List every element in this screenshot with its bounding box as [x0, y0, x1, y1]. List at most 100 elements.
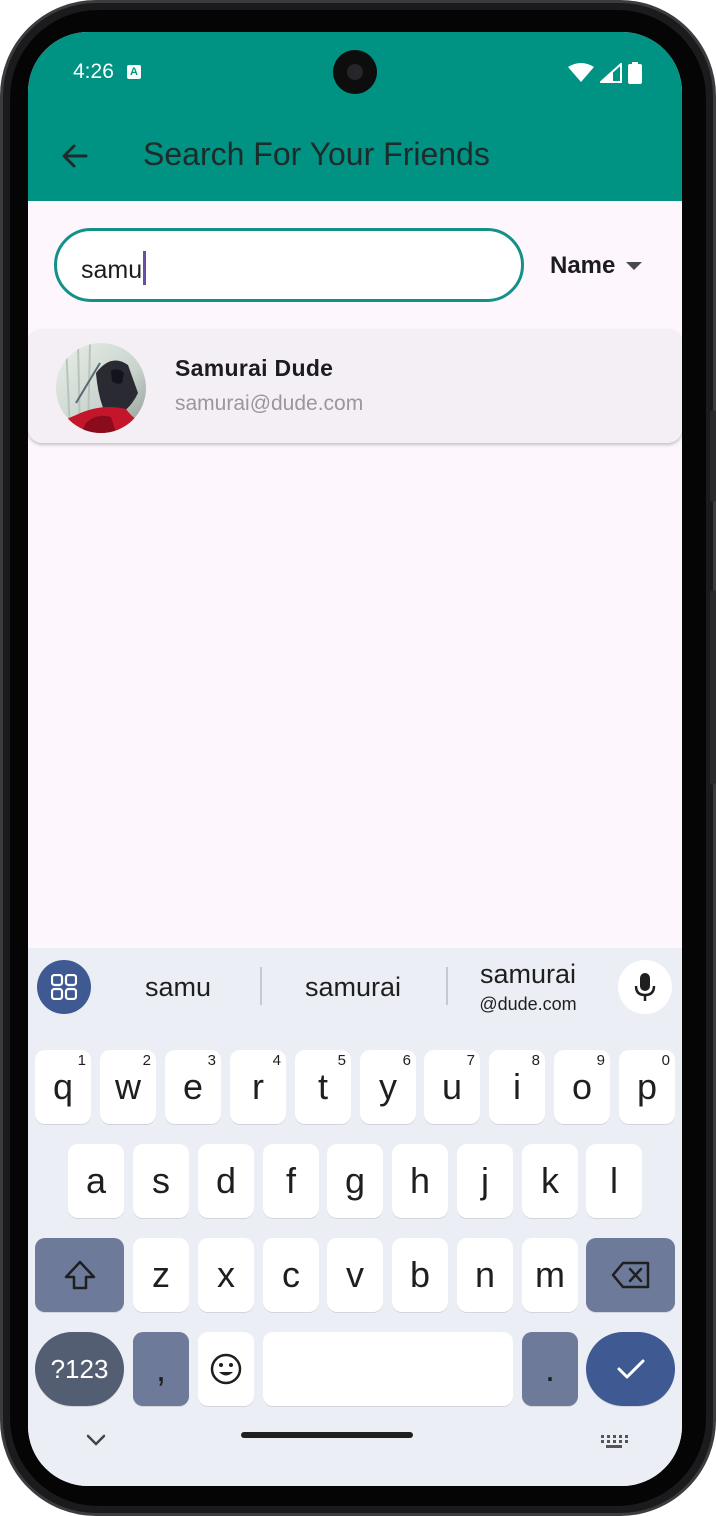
done-key[interactable]	[586, 1332, 675, 1406]
suggestion-1[interactable]: samu	[118, 948, 238, 1026]
notification-icon: A	[127, 65, 141, 79]
result-email: samurai@dude.com	[175, 392, 364, 415]
key-hint: 3	[207, 1052, 216, 1069]
shift-icon	[64, 1260, 95, 1290]
search-filter-dropdown[interactable]: Name	[550, 246, 643, 286]
keyboard-switch-icon[interactable]	[600, 1434, 628, 1450]
search-result-card[interactable]: Samurai Dude samurai@dude.com	[28, 329, 682, 443]
key-k[interactable]: k	[522, 1144, 578, 1218]
key-label: e	[182, 1066, 204, 1107]
key-r[interactable]: r4	[230, 1050, 286, 1124]
key-l[interactable]: l	[586, 1144, 642, 1218]
screen: 4:26 A Search For Your Friends samu Name	[28, 32, 682, 1486]
key-label: p	[636, 1066, 658, 1107]
key-m[interactable]: m	[522, 1238, 578, 1312]
key-label: w	[115, 1066, 141, 1107]
key-a[interactable]: a	[68, 1144, 124, 1218]
keyboard-menu-button[interactable]	[37, 960, 91, 1014]
key-o[interactable]: o9	[554, 1050, 610, 1124]
key-label: y	[379, 1066, 397, 1107]
key-e[interactable]: e3	[165, 1050, 221, 1124]
key-label: s	[152, 1160, 170, 1201]
key-v[interactable]: v	[327, 1238, 383, 1312]
key-p[interactable]: p0	[619, 1050, 675, 1124]
key-hint: 0	[661, 1052, 670, 1069]
suggestion-subtext: @dude.com	[479, 994, 577, 1014]
key-label: r	[252, 1066, 264, 1107]
back-button[interactable]	[50, 132, 98, 180]
suggestion-text: samurai	[479, 959, 577, 989]
key-w[interactable]: w2	[100, 1050, 156, 1124]
key-label: x	[217, 1254, 235, 1295]
key-hint: 9	[596, 1052, 605, 1069]
key-y[interactable]: y6	[360, 1050, 416, 1124]
key-j[interactable]: j	[457, 1144, 513, 1218]
checkmark-icon	[617, 1359, 644, 1379]
status-time: 4:26	[73, 60, 114, 83]
dropdown-arrow-icon	[626, 262, 643, 270]
backspace-key[interactable]	[586, 1238, 675, 1312]
key-g[interactable]: g	[327, 1144, 383, 1218]
key-u[interactable]: u7	[424, 1050, 480, 1124]
key-label: i	[513, 1066, 521, 1107]
symbols-key[interactable]: ?123	[35, 1332, 124, 1406]
period-key[interactable]: .	[522, 1332, 578, 1406]
wifi-icon	[568, 63, 594, 82]
key-label: l	[610, 1160, 618, 1201]
key-label: ,	[155, 1348, 166, 1389]
voice-input-button[interactable]	[618, 960, 672, 1014]
key-t[interactable]: t5	[295, 1050, 351, 1124]
emoji-icon	[210, 1353, 242, 1385]
search-input-value: samu	[81, 256, 143, 284]
key-f[interactable]: f	[263, 1144, 319, 1218]
key-label: b	[409, 1254, 431, 1295]
shift-key[interactable]	[35, 1238, 124, 1312]
search-input-wrap: samu	[81, 251, 147, 285]
signal-icon	[600, 63, 622, 83]
samurai-avatar-image	[56, 343, 146, 433]
key-label: u	[441, 1066, 463, 1107]
key-d[interactable]: d	[198, 1144, 254, 1218]
key-z[interactable]: z	[133, 1238, 189, 1312]
hide-keyboard-chevron-icon[interactable]	[84, 1432, 108, 1448]
avatar	[56, 343, 146, 433]
key-hint: 1	[77, 1052, 86, 1069]
key-b[interactable]: b	[392, 1238, 448, 1312]
key-s[interactable]: s	[133, 1144, 189, 1218]
key-i[interactable]: i8	[489, 1050, 545, 1124]
suggestion-divider	[260, 967, 262, 1005]
key-label: h	[409, 1160, 431, 1201]
key-hint: 4	[272, 1052, 281, 1069]
key-hint: 8	[531, 1052, 540, 1069]
suggestion-3[interactable]: samurai @dude.com	[458, 948, 598, 1026]
key-q[interactable]: q1	[35, 1050, 91, 1124]
key-c[interactable]: c	[263, 1238, 319, 1312]
key-label: z	[152, 1254, 170, 1295]
suggestion-text: samu	[144, 971, 212, 1002]
key-label: .	[544, 1348, 555, 1389]
comma-key[interactable]: ,	[133, 1332, 189, 1406]
suggestion-divider	[446, 967, 448, 1005]
key-label: ?123	[50, 1353, 109, 1384]
key-label: o	[571, 1066, 593, 1107]
arrow-back-icon	[62, 144, 88, 168]
key-label: a	[85, 1160, 107, 1201]
gesture-nav-bar[interactable]	[241, 1432, 413, 1438]
key-x[interactable]: x	[198, 1238, 254, 1312]
page-title: Search For Your Friends	[143, 136, 490, 172]
key-label: j	[481, 1160, 489, 1201]
key-n[interactable]: n	[457, 1238, 513, 1312]
key-label: c	[282, 1254, 300, 1295]
key-label: f	[285, 1160, 296, 1201]
search-filter-label: Name	[550, 252, 616, 279]
text-caret	[143, 251, 147, 285]
key-h[interactable]: h	[392, 1144, 448, 1218]
space-key[interactable]	[263, 1332, 513, 1406]
suggestion-2[interactable]: samurai	[283, 948, 423, 1026]
key-label: v	[346, 1254, 364, 1295]
emoji-key[interactable]	[198, 1332, 254, 1406]
key-label: m	[535, 1254, 565, 1295]
key-label: d	[215, 1160, 237, 1201]
result-name: Samurai Dude	[175, 355, 334, 381]
search-input[interactable]: samu	[54, 228, 524, 302]
